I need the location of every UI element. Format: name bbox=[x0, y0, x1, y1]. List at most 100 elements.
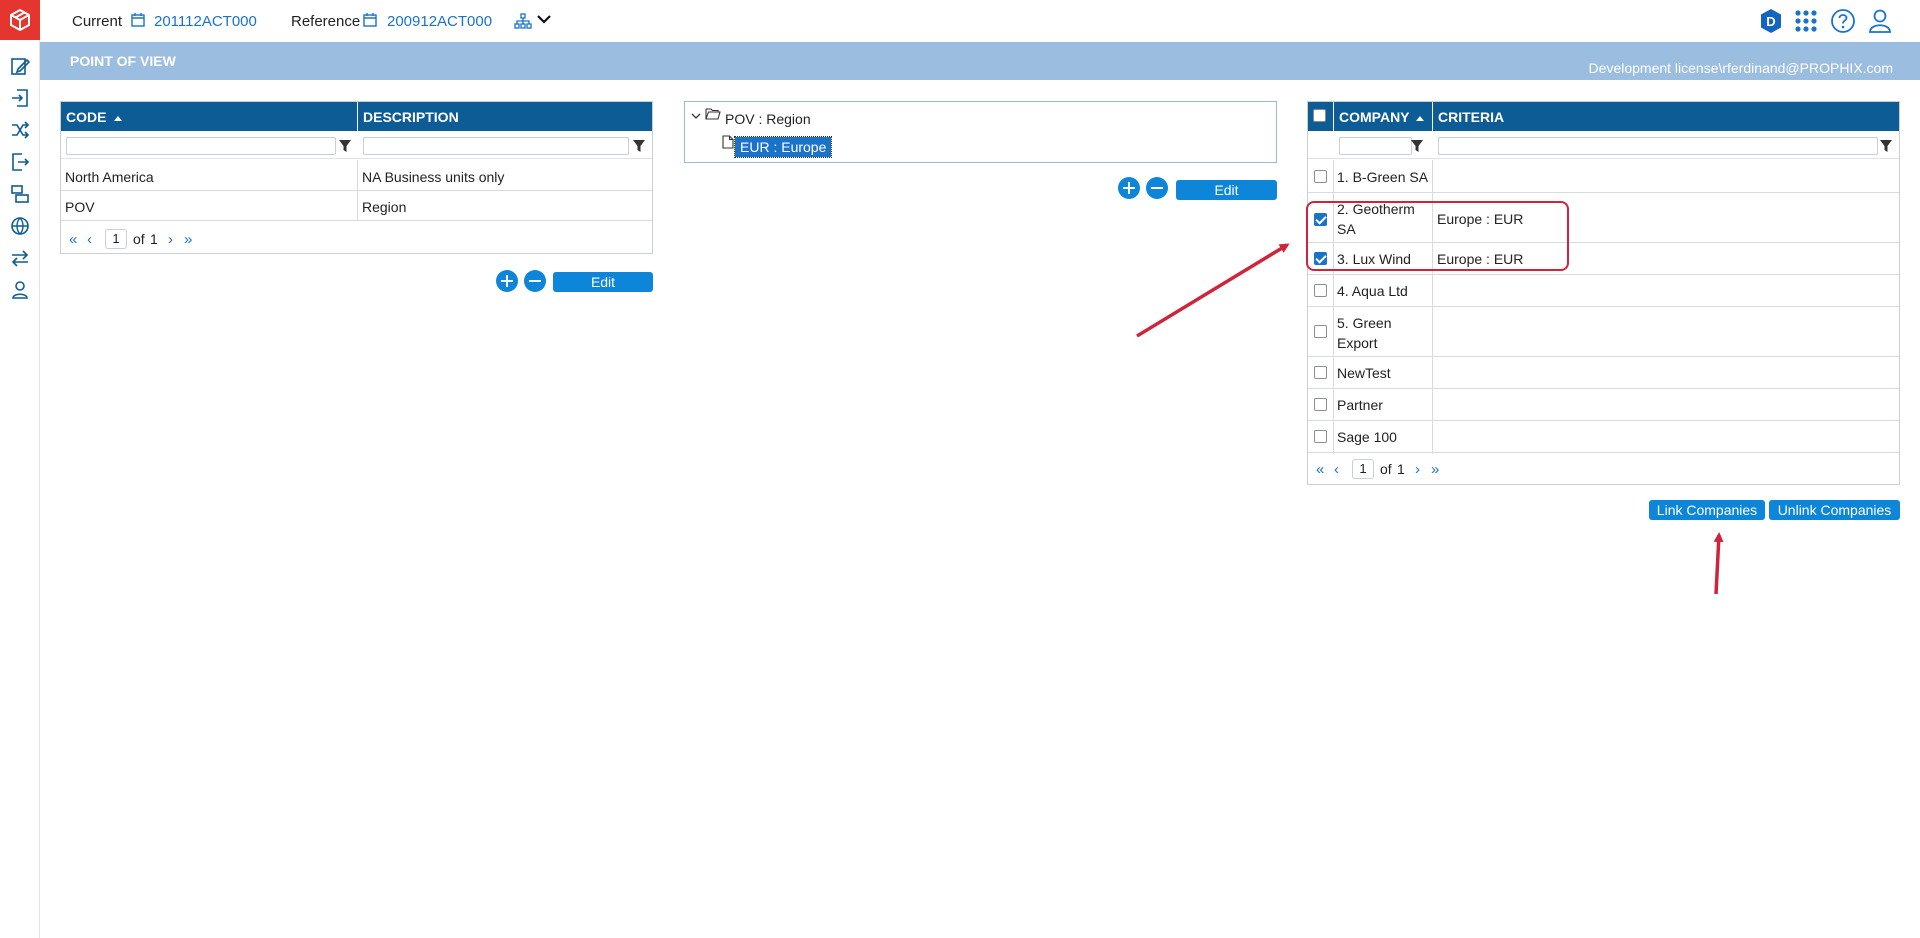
help-icon[interactable] bbox=[1830, 8, 1856, 34]
cell-company: 4. Aqua Ltd bbox=[1337, 283, 1408, 299]
export-icon[interactable] bbox=[9, 151, 31, 173]
cell-company: Partner bbox=[1337, 397, 1383, 413]
pov-header-band: POINT OF VIEW Development license\rferdi… bbox=[40, 42, 1920, 80]
cell-code: POV bbox=[65, 199, 95, 215]
pager: « ‹ 1 of 1 › » bbox=[69, 229, 269, 249]
select-all-header bbox=[1308, 102, 1333, 131]
company-grid: COMPANY CRITERIA 1. B-Green SA 2. Geothe… bbox=[1307, 101, 1900, 485]
pov-edit-button[interactable]: Edit bbox=[553, 272, 653, 292]
user-badge-letter: D bbox=[1766, 14, 1775, 29]
pager-total-pages: 1 bbox=[1397, 461, 1405, 477]
cell-company: 5. Green bbox=[1337, 315, 1392, 331]
row-divider bbox=[1308, 452, 1899, 453]
row-checkbox[interactable] bbox=[1314, 284, 1327, 297]
unlink-companies-button[interactable]: Unlink Companies bbox=[1769, 500, 1900, 520]
criteria-filter-input[interactable] bbox=[1438, 137, 1878, 155]
row-checkbox[interactable] bbox=[1314, 398, 1327, 411]
first-page-icon[interactable]: « bbox=[69, 231, 77, 248]
column-header-code-label: CODE bbox=[66, 109, 107, 125]
row-divider bbox=[1308, 420, 1899, 421]
annotation-highlight-box bbox=[1306, 201, 1569, 271]
layers-icon[interactable] bbox=[9, 183, 31, 205]
pager-of-label: of bbox=[1380, 461, 1392, 477]
filter-icon[interactable] bbox=[338, 139, 352, 153]
cell-company: NewTest bbox=[1337, 365, 1391, 381]
document-icon bbox=[722, 135, 734, 149]
chevron-down-icon[interactable] bbox=[536, 12, 552, 26]
pager-of-label: of bbox=[133, 231, 145, 247]
remove-icon[interactable] bbox=[1146, 177, 1168, 199]
filter-icon[interactable] bbox=[632, 139, 646, 153]
reference-label: Reference bbox=[291, 13, 361, 30]
column-header-code[interactable]: CODE bbox=[61, 102, 357, 131]
filter-icon[interactable] bbox=[1879, 139, 1893, 153]
prev-page-icon[interactable]: ‹ bbox=[1334, 461, 1339, 478]
reference-period-link[interactable]: 200912ACT000 bbox=[387, 13, 492, 30]
current-label: Current bbox=[72, 13, 123, 30]
filter-icon[interactable] bbox=[1410, 139, 1424, 153]
page-number-input[interactable]: 1 bbox=[1352, 459, 1374, 479]
tree-edit-button[interactable]: Edit bbox=[1176, 180, 1277, 200]
row-divider bbox=[1308, 388, 1899, 389]
swap-icon[interactable] bbox=[9, 247, 31, 269]
shuffle-icon[interactable] bbox=[9, 119, 31, 141]
tree-root-node[interactable]: POV : Region bbox=[725, 111, 811, 127]
pager: « ‹ 1 of 1 › » bbox=[1316, 459, 1516, 479]
page-number-input[interactable]: 1 bbox=[105, 229, 127, 249]
last-page-icon[interactable]: » bbox=[184, 231, 192, 248]
prev-page-icon[interactable]: ‹ bbox=[87, 231, 92, 248]
remove-icon[interactable] bbox=[524, 270, 546, 292]
add-icon[interactable] bbox=[1118, 177, 1140, 199]
annotation-arrow-to-link-button bbox=[1713, 532, 1724, 595]
row-checkbox[interactable] bbox=[1314, 366, 1327, 379]
last-page-icon[interactable]: » bbox=[1431, 461, 1439, 478]
company-filter-input[interactable] bbox=[1339, 137, 1412, 155]
chevron-down-icon[interactable] bbox=[691, 108, 701, 119]
next-page-icon[interactable]: › bbox=[168, 231, 173, 248]
pov-grid: CODE DESCRIPTION North America NA Busine… bbox=[60, 101, 653, 254]
column-header-company[interactable]: COMPANY bbox=[1334, 102, 1432, 131]
row-checkbox[interactable] bbox=[1314, 170, 1327, 183]
hierarchy-icon[interactable] bbox=[514, 13, 532, 29]
add-icon[interactable] bbox=[496, 270, 518, 292]
column-header-criteria-label: CRITERIA bbox=[1438, 109, 1505, 125]
column-header-description-label: DESCRIPTION bbox=[363, 109, 459, 125]
row-checkbox[interactable] bbox=[1314, 325, 1327, 338]
edit-icon[interactable] bbox=[9, 55, 31, 77]
import-icon[interactable] bbox=[9, 87, 31, 109]
tree-child-node-selected[interactable]: EUR : Europe bbox=[733, 136, 833, 158]
link-companies-button[interactable]: Link Companies bbox=[1649, 500, 1765, 520]
apps-grid-icon[interactable] bbox=[1793, 8, 1819, 34]
current-period-link[interactable]: 201112ACT000 bbox=[154, 13, 257, 30]
user-profile-icon[interactable] bbox=[1867, 8, 1893, 34]
annotation-arrow-to-rows bbox=[1136, 243, 1290, 338]
user-settings-icon[interactable] bbox=[9, 279, 31, 301]
column-header-criteria[interactable]: CRITERIA bbox=[1433, 102, 1899, 131]
cell-company: Sage 100 bbox=[1337, 429, 1397, 445]
code-filter-input[interactable] bbox=[66, 137, 336, 155]
first-page-icon[interactable]: « bbox=[1316, 461, 1324, 478]
filter-row bbox=[61, 131, 652, 159]
select-all-checkbox[interactable] bbox=[1313, 109, 1326, 122]
cell-company: 1. B-Green SA bbox=[1337, 169, 1429, 185]
user-badge-icon[interactable]: D bbox=[1758, 8, 1784, 34]
app-logo-icon[interactable] bbox=[0, 0, 40, 40]
calendar-icon[interactable] bbox=[363, 13, 377, 27]
row-divider bbox=[1308, 306, 1899, 307]
sort-asc-icon bbox=[114, 115, 123, 121]
cell-company-line2: Export bbox=[1337, 335, 1378, 351]
description-filter-input[interactable] bbox=[363, 137, 629, 155]
cell-code: North America bbox=[65, 169, 154, 185]
row-divider bbox=[61, 220, 652, 221]
calendar-icon[interactable] bbox=[131, 13, 145, 27]
page-title: POINT OF VIEW bbox=[70, 53, 176, 69]
sort-asc-icon bbox=[1416, 115, 1425, 121]
row-checkbox[interactable] bbox=[1314, 430, 1327, 443]
row-divider bbox=[1308, 356, 1899, 357]
globe-icon[interactable] bbox=[9, 215, 31, 237]
row-divider bbox=[1308, 274, 1899, 275]
folder-open-icon bbox=[705, 107, 721, 120]
next-page-icon[interactable]: › bbox=[1415, 461, 1420, 478]
license-info: Development license\rferdinand@PROPHIX.c… bbox=[1588, 60, 1893, 76]
column-header-description[interactable]: DESCRIPTION bbox=[358, 102, 652, 131]
